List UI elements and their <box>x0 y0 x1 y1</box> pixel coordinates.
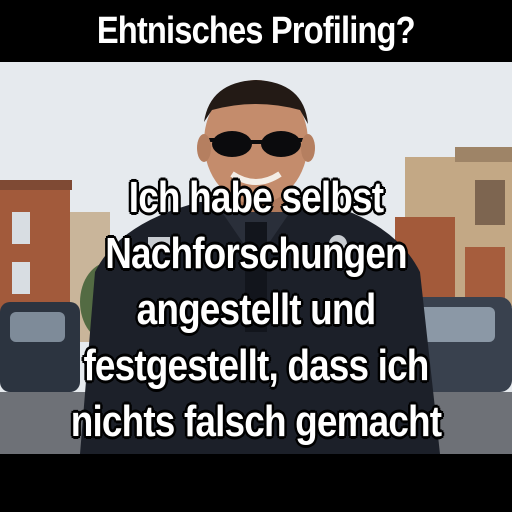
top-caption-bar: Ehtnisches Profiling? <box>0 0 512 62</box>
bottom-caption-bar <box>0 454 512 512</box>
top-caption: Ehtnisches Profiling? <box>97 9 416 52</box>
meme-image: Ehtnisches Profiling? Ich habe selbst Na… <box>0 0 512 512</box>
